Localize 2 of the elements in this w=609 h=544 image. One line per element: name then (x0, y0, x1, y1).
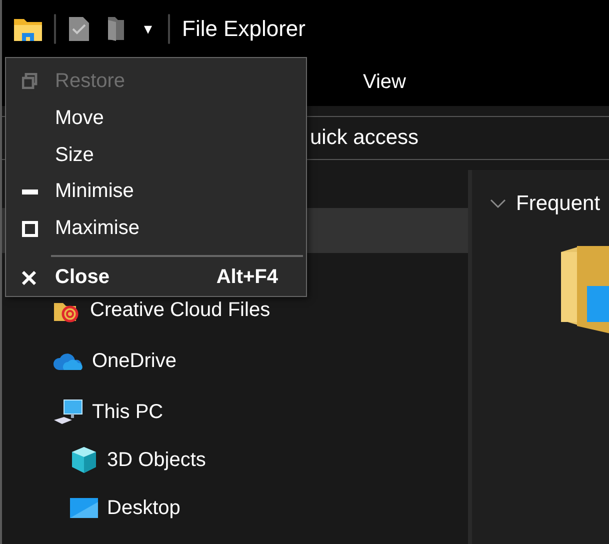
address-path: uick access (310, 126, 419, 150)
window-title: File Explorer (182, 16, 306, 42)
